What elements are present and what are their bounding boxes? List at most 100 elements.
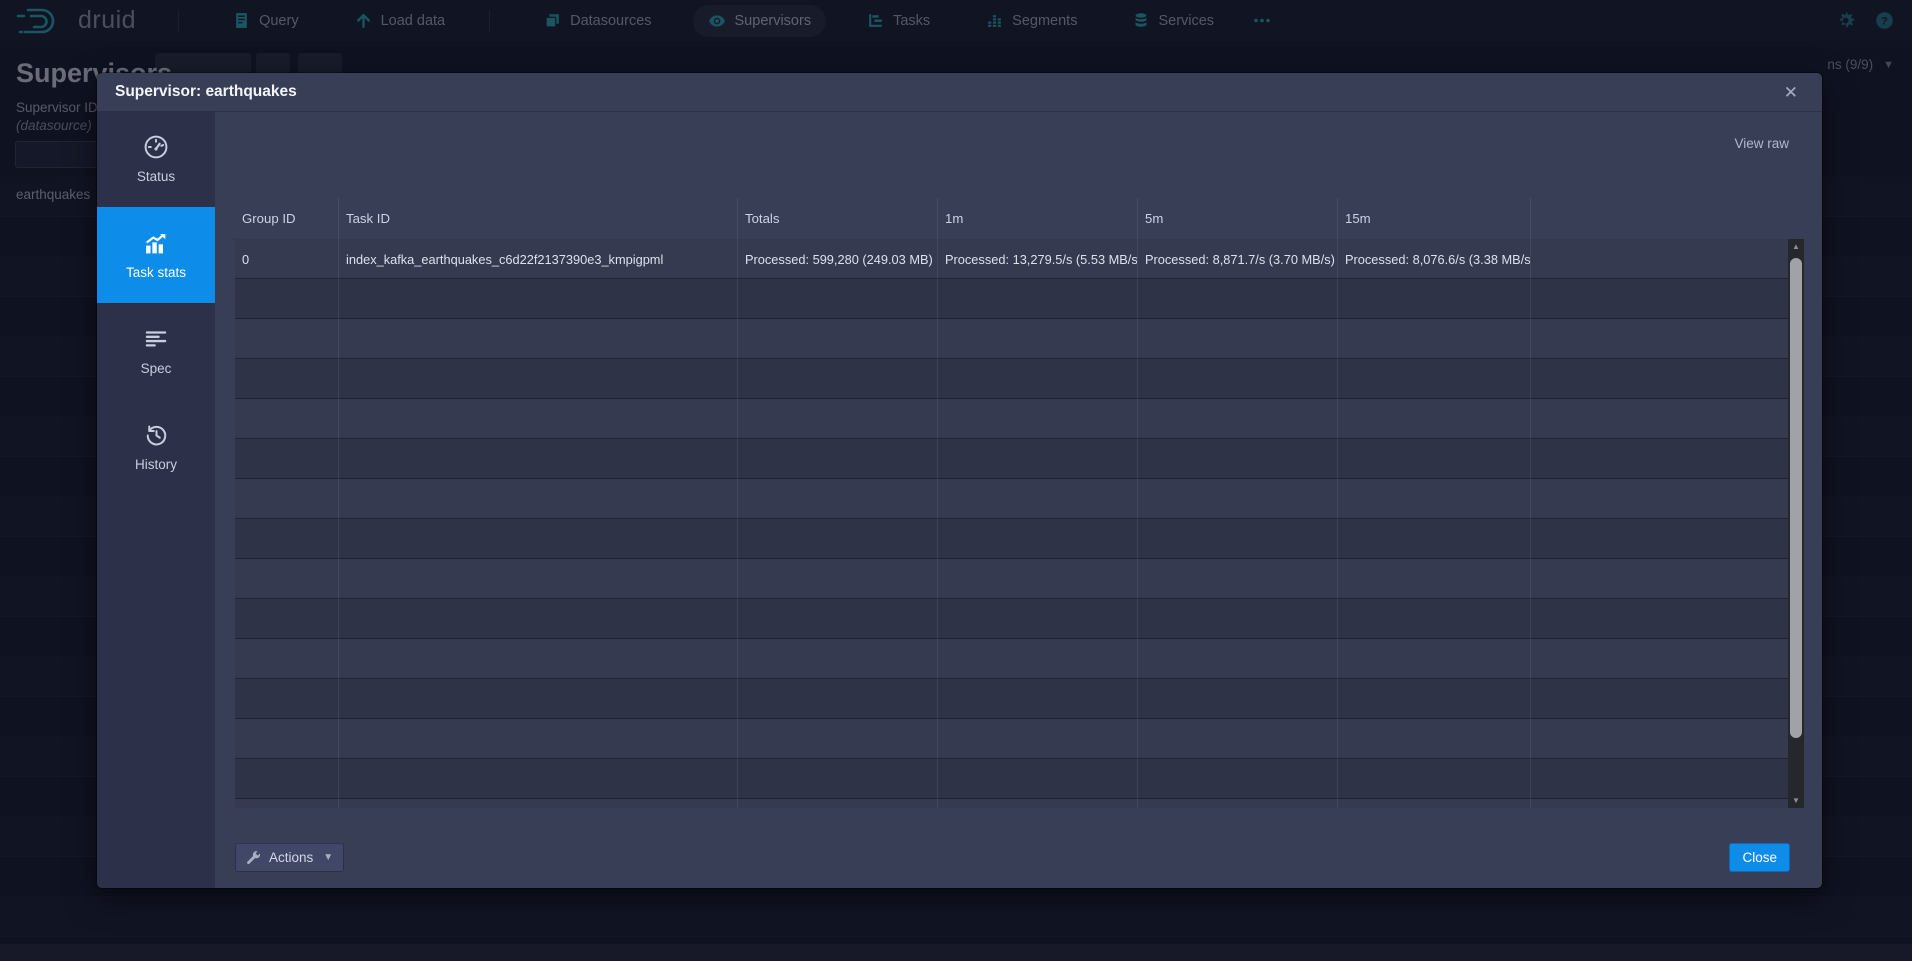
table-cell — [937, 399, 1137, 439]
table-cell — [235, 759, 338, 799]
table-row-empty — [235, 279, 1788, 319]
scrollbar[interactable]: ▲ ▼ — [1788, 198, 1804, 808]
table-cell — [235, 279, 338, 319]
table-row-empty — [235, 599, 1788, 639]
actions-button[interactable]: Actions ▼ — [235, 843, 344, 872]
table-cell — [1337, 679, 1530, 719]
tab-label: Spec — [141, 361, 172, 376]
table-cell — [1137, 399, 1337, 439]
table-cell — [1137, 479, 1337, 519]
close-button-label: Close — [1742, 850, 1777, 865]
table-cell — [235, 399, 338, 439]
close-icon[interactable]: ✕ — [1778, 82, 1804, 103]
table-cell — [737, 519, 937, 559]
tab-task-stats[interactable]: Task stats — [97, 207, 215, 303]
table-cell — [1337, 319, 1530, 359]
table-cell — [338, 359, 737, 399]
dialog-title: Supervisor: earthquakes — [115, 83, 1778, 101]
dashboard-icon — [143, 134, 169, 160]
scroll-down-icon[interactable]: ▼ — [1788, 793, 1804, 808]
view-raw-link[interactable]: View raw — [1734, 136, 1789, 151]
table-cell-blank — [1530, 719, 1788, 759]
table-cell — [338, 679, 737, 719]
table-cell-blank — [1530, 559, 1788, 599]
table-cell — [1137, 519, 1337, 559]
table-cell — [937, 639, 1137, 679]
tab-history[interactable]: History — [97, 399, 215, 495]
actions-button-label: Actions — [269, 850, 313, 865]
table-cell — [1337, 279, 1530, 319]
table-cell — [937, 279, 1137, 319]
table-cell — [737, 479, 937, 519]
table-cell — [338, 599, 737, 639]
table-cell — [235, 599, 338, 639]
tab-label: Status — [137, 169, 175, 184]
table-cell-blank — [1530, 319, 1788, 359]
table-cell — [338, 519, 737, 559]
table-cell — [1337, 719, 1530, 759]
table-row-empty — [235, 759, 1788, 799]
table-row-empty — [235, 639, 1788, 679]
table-cell — [737, 359, 937, 399]
table-cell: Processed: 8,871.7/s (3.70 MB/s) — [1137, 239, 1337, 279]
table-cell — [1337, 439, 1530, 479]
table-cell — [1137, 319, 1337, 359]
column-header-task-id[interactable]: Task ID — [338, 198, 737, 239]
tab-label: History — [135, 457, 177, 472]
table-cell-blank — [1530, 359, 1788, 399]
scrollbar-thumb[interactable] — [1790, 258, 1802, 738]
column-header-totals[interactable]: Totals — [737, 198, 937, 239]
history-icon — [144, 423, 169, 448]
table-cell — [1337, 519, 1530, 559]
table-cell — [338, 559, 737, 599]
table-cell: Processed: 8,076.6/s (3.38 MB/s) — [1337, 239, 1530, 279]
table-cell — [937, 479, 1137, 519]
table-cell — [235, 519, 338, 559]
table-cell: Processed: 13,279.5/s (5.53 MB/s) — [937, 239, 1137, 279]
column-header-group-id[interactable]: Group ID — [235, 198, 338, 239]
table-row-empty — [235, 799, 1788, 808]
column-header-15m[interactable]: 15m — [1337, 198, 1530, 239]
chart-icon — [143, 230, 170, 256]
table-cell — [338, 799, 737, 808]
table-cell — [737, 679, 937, 719]
table-cell — [1337, 559, 1530, 599]
table-cell — [737, 439, 937, 479]
table-row-empty — [235, 399, 1788, 439]
close-button[interactable]: Close — [1729, 843, 1790, 872]
table-cell — [937, 359, 1137, 399]
table-cell — [1337, 759, 1530, 799]
column-header-1m[interactable]: 1m — [937, 198, 1137, 239]
table-row-empty — [235, 679, 1788, 719]
table-cell — [1137, 759, 1337, 799]
supervisor-dialog: Supervisor: earthquakes ✕ Status Task sta… — [97, 73, 1822, 888]
table-cell — [1137, 439, 1337, 479]
table-cell — [1137, 359, 1337, 399]
table-cell — [937, 799, 1137, 808]
table-cell — [235, 639, 338, 679]
table-cell — [737, 559, 937, 599]
table-cell — [338, 639, 737, 679]
table-cell — [937, 719, 1137, 759]
column-header-5m[interactable]: 5m — [1137, 198, 1337, 239]
scrollbar-track[interactable]: ▲ ▼ — [1788, 239, 1804, 808]
table-cell — [1137, 639, 1337, 679]
tab-spec[interactable]: Spec — [97, 303, 215, 399]
table-row-empty — [235, 519, 1788, 559]
table-cell — [1337, 399, 1530, 439]
table-row-empty — [235, 559, 1788, 599]
table-cell — [235, 439, 338, 479]
scroll-up-icon[interactable]: ▲ — [1788, 239, 1804, 254]
table-cell — [338, 399, 737, 439]
table-cell — [338, 479, 737, 519]
table-row-empty — [235, 719, 1788, 759]
table-cell — [937, 599, 1137, 639]
table-cell: 0 — [235, 239, 338, 279]
table-cell — [937, 679, 1137, 719]
table-cell — [737, 599, 937, 639]
tab-status[interactable]: Status — [97, 111, 215, 207]
table-cell — [737, 719, 937, 759]
table-cell — [937, 519, 1137, 559]
table-cell-blank — [1530, 439, 1788, 479]
table-row[interactable]: 0index_kafka_earthquakes_c6d22f2137390e3… — [235, 239, 1788, 279]
